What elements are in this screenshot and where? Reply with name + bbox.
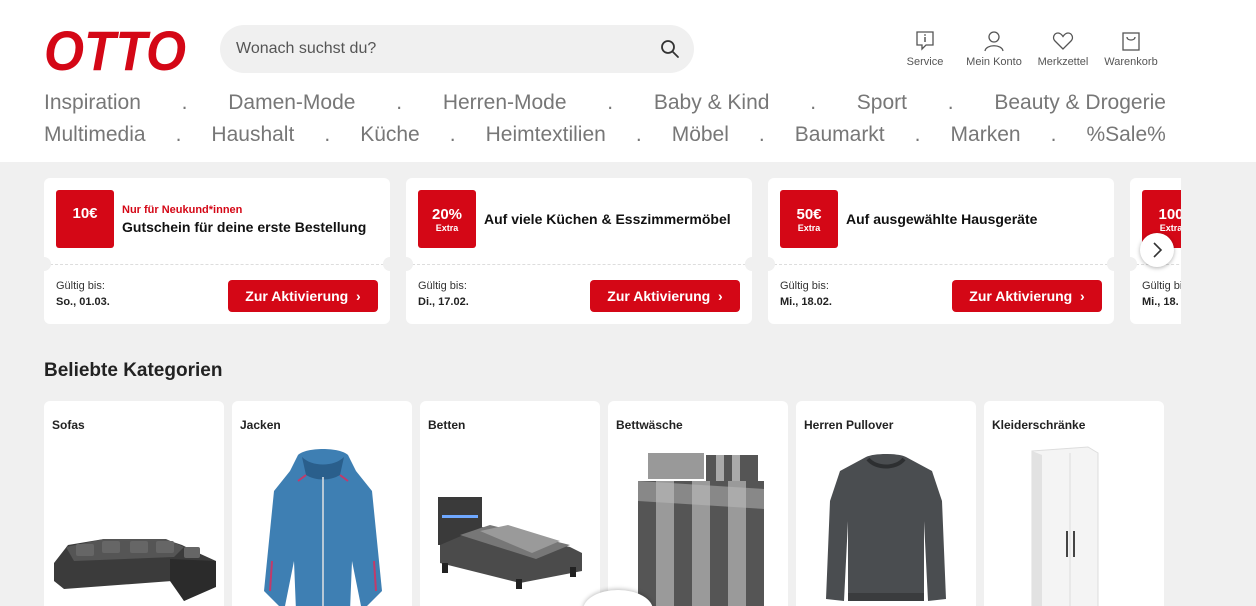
category-label: Sofas bbox=[52, 418, 85, 432]
bag-icon bbox=[1122, 32, 1140, 51]
coupon-divider bbox=[50, 264, 384, 265]
coupon-badge: 10€ bbox=[56, 190, 114, 248]
nav-haushalt[interactable]: Haushalt bbox=[211, 123, 294, 147]
coupon-title: Auf ausgewählte Hausgeräte bbox=[846, 211, 1038, 227]
coupon-valid-label: Gültig bis: bbox=[780, 280, 829, 292]
chevron-right-icon bbox=[1153, 242, 1163, 258]
activate-coupon-button[interactable]: Zur Aktivierung › bbox=[228, 280, 378, 312]
nav-separator: . bbox=[1050, 123, 1057, 146]
coupon-valid-label: Gültig bis: bbox=[418, 280, 467, 292]
nav-marken[interactable]: Marken bbox=[951, 123, 1021, 147]
account-link[interactable]: Mein Konto bbox=[961, 30, 1027, 68]
bedding-image bbox=[638, 453, 764, 606]
category-label: Bettwäsche bbox=[616, 418, 683, 432]
category-label: Kleiderschränke bbox=[992, 418, 1086, 432]
carousel-next-button[interactable] bbox=[1140, 233, 1174, 267]
coupon-notch bbox=[399, 257, 413, 271]
coupon-title: Auf viele Küchen & Esszimmermöbel bbox=[484, 211, 731, 227]
coupon-valid-date: Mi., 18.02. bbox=[780, 296, 832, 308]
nav-separator: . bbox=[396, 91, 403, 114]
nav-heimtextilien[interactable]: Heimtextilien bbox=[486, 123, 606, 147]
category-card-betten[interactable]: Betten bbox=[420, 401, 600, 606]
nav-multimedia[interactable]: Multimedia bbox=[44, 123, 146, 147]
coupon-notch bbox=[761, 257, 775, 271]
nav-sport[interactable]: Sport bbox=[857, 91, 907, 115]
site-header: OTTO Service Mein Konto bbox=[0, 0, 1256, 162]
header-actions: Service Mein Konto Merkzettel Warenkorb bbox=[0, 30, 1256, 74]
nav-separator: . bbox=[758, 123, 765, 146]
coupon-valid-date: Mi., 18. bbox=[1142, 296, 1179, 308]
cart-link[interactable]: Warenkorb bbox=[1099, 30, 1163, 68]
coupon-notch bbox=[44, 257, 51, 271]
coupon-notch bbox=[1123, 257, 1137, 271]
nav-separator: . bbox=[181, 91, 188, 114]
category-card-bettwaesche[interactable]: Bettwäsche bbox=[608, 401, 788, 606]
service-link[interactable]: Service bbox=[900, 30, 950, 68]
nav-kueche[interactable]: Küche bbox=[360, 123, 420, 147]
category-card-herren-pullover[interactable]: Herren Pullover bbox=[796, 401, 976, 606]
category-label: Betten bbox=[428, 418, 466, 432]
coupon-valid-date: So., 01.03. bbox=[56, 296, 110, 308]
heart-icon bbox=[1052, 32, 1074, 50]
coupon-badge: 20% Extra bbox=[418, 190, 476, 248]
coupon-valid-label: Gültig bis: bbox=[1142, 280, 1181, 292]
coupon-hint: Nur für Neukund*innen bbox=[122, 204, 243, 216]
nav-separator: . bbox=[607, 91, 614, 114]
section-title: Beliebte Kategorien bbox=[44, 360, 223, 381]
service-icon bbox=[916, 31, 934, 51]
activate-coupon-button[interactable]: Zur Aktivierung › bbox=[590, 280, 740, 312]
nav-herren-mode[interactable]: Herren-Mode bbox=[443, 91, 567, 115]
category-list: Sofas Jacken Betten Bettwäsche Herren Pu… bbox=[44, 401, 1166, 606]
nav-separator: . bbox=[449, 123, 456, 146]
coupon-divider bbox=[774, 264, 1108, 265]
coupon-carousel: 10€ Nur für Neukund*innen Gutschein für … bbox=[44, 178, 1181, 324]
activate-coupon-button[interactable]: Zur Aktivierung › bbox=[952, 280, 1102, 312]
coupon-title: Gutschein für deine erste Bestellung bbox=[122, 219, 367, 235]
coupon-badge: 50€ Extra bbox=[780, 190, 838, 248]
coupon-divider bbox=[412, 264, 746, 265]
account-label: Mein Konto bbox=[966, 56, 1022, 68]
nav-separator: . bbox=[947, 91, 954, 114]
coupon-card: 20% Extra Auf viele Küchen & Esszimmermöb… bbox=[399, 178, 759, 324]
wishlist-link[interactable]: Merkzettel bbox=[1033, 30, 1093, 68]
coupon-valid-label: Gültig bis: bbox=[56, 280, 105, 292]
category-label: Herren Pullover bbox=[804, 418, 894, 432]
nav-inspiration[interactable]: Inspiration bbox=[44, 91, 141, 115]
nav-beauty-drogerie[interactable]: Beauty & Drogerie bbox=[994, 91, 1166, 115]
main-nav-row-2: Multimedia . Haushalt . Küche . Heimtext… bbox=[44, 123, 1166, 147]
bed-image bbox=[438, 497, 582, 589]
nav-separator: . bbox=[324, 123, 331, 146]
wardrobe-image bbox=[1031, 446, 1099, 606]
category-card-kleiderschraenke[interactable]: Kleiderschränke bbox=[984, 401, 1164, 606]
wishlist-label: Merkzettel bbox=[1037, 56, 1089, 68]
category-label: Jacken bbox=[240, 418, 281, 432]
coupon-valid-date: Di., 17.02. bbox=[418, 296, 469, 308]
coupon-card: 10€ Nur für Neukund*innen Gutschein für … bbox=[44, 178, 397, 324]
nav-separator: . bbox=[810, 91, 817, 114]
main-nav-row-1: Inspiration . Damen-Mode . Herren-Mode .… bbox=[44, 91, 1166, 115]
nav-damen-mode[interactable]: Damen-Mode bbox=[228, 91, 355, 115]
nav-separator: . bbox=[175, 123, 182, 146]
coupon-card: 50€ Extra Auf ausgewählte Hausgeräte Gült… bbox=[761, 178, 1121, 324]
nav-separator: . bbox=[635, 123, 642, 146]
jacket-image bbox=[264, 449, 382, 606]
user-icon bbox=[984, 31, 1004, 52]
nav-baby-kind[interactable]: Baby & Kind bbox=[654, 91, 770, 115]
nav-sale[interactable]: %Sale% bbox=[1086, 123, 1165, 147]
coupon-notch bbox=[383, 257, 397, 271]
coupon-notch bbox=[1107, 257, 1121, 271]
nav-baumarkt[interactable]: Baumarkt bbox=[795, 123, 885, 147]
coupon-notch bbox=[745, 257, 759, 271]
nav-moebel[interactable]: Möbel bbox=[672, 123, 729, 147]
sofa-image bbox=[54, 539, 216, 601]
category-card-sofas[interactable]: Sofas bbox=[44, 401, 224, 606]
service-label: Service bbox=[906, 56, 944, 68]
cart-label: Warenkorb bbox=[1104, 56, 1158, 68]
nav-separator: . bbox=[914, 123, 921, 146]
category-card-jacken[interactable]: Jacken bbox=[232, 401, 412, 606]
sweater-image bbox=[826, 454, 946, 601]
